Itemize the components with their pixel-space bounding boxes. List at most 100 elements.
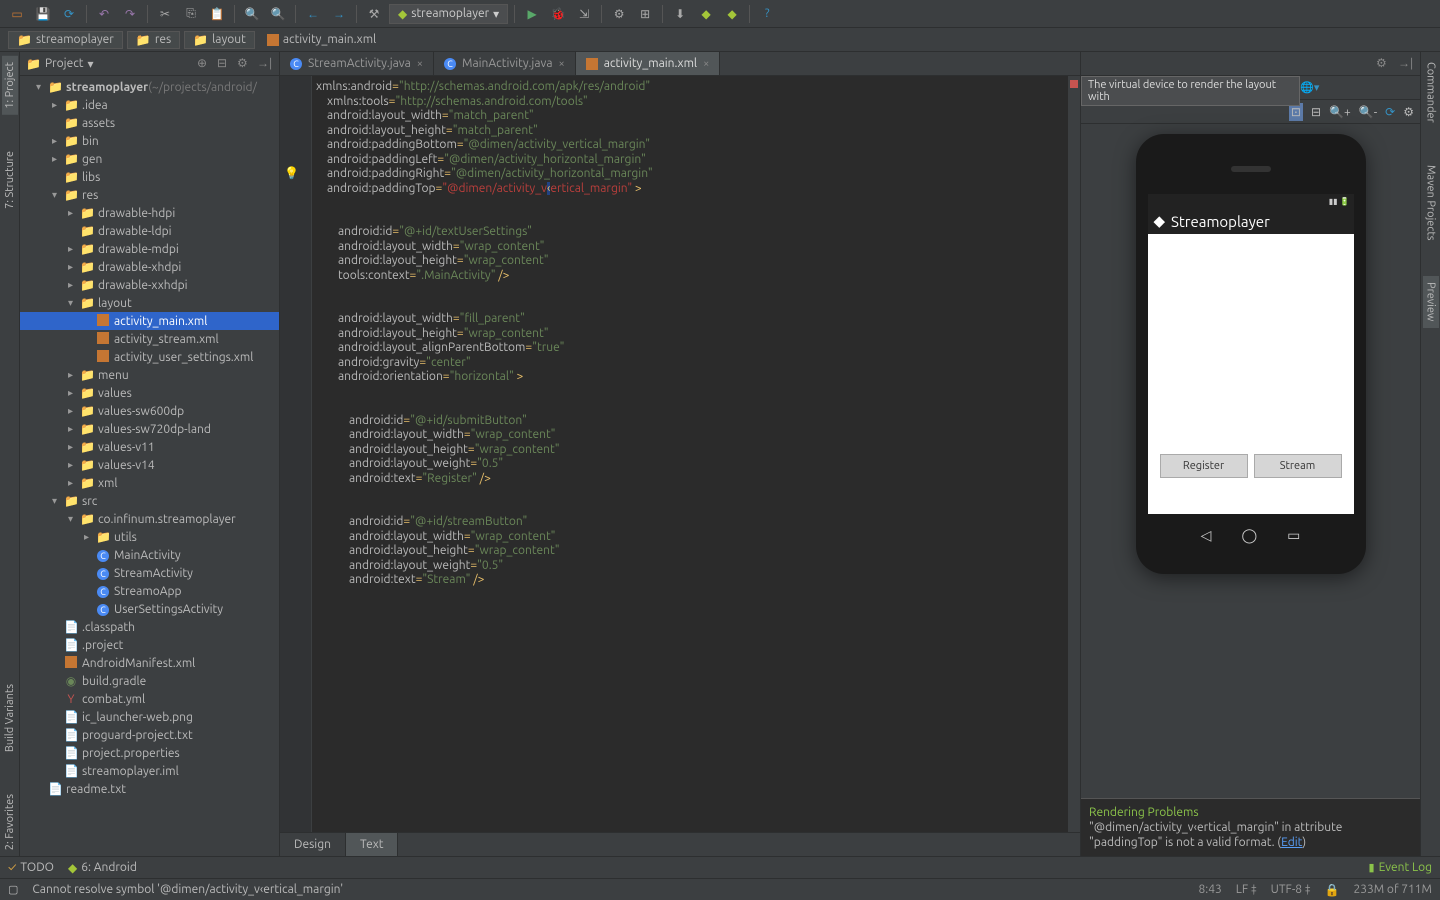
locale-icon[interactable]: 🌐▾ [1300,81,1319,94]
tree-row[interactable]: 📄project.properties [20,744,279,762]
tree-row[interactable]: Ycombat.yml [20,690,279,708]
debug-icon[interactable]: 🐞 [547,3,569,25]
gear-icon[interactable]: ⚙ [237,56,253,72]
undo-icon[interactable]: ↶ [93,3,115,25]
run-icon[interactable]: ▶ [521,3,543,25]
code-content[interactable]: xmlns:android="http://schemas.android.co… [316,80,1066,631]
zoom-actual-icon[interactable]: ⊟ [1311,105,1321,119]
scroll-to-icon[interactable]: ⊕ [197,56,213,72]
close-icon[interactable]: × [703,58,709,70]
tree-row[interactable]: ▸📁values-v11 [20,438,279,456]
chevron-down-icon[interactable]: ▾ [88,57,94,71]
tree-row[interactable]: ▸📁gen [20,150,279,168]
tree-row[interactable]: ▸📁menu [20,366,279,384]
tree-row[interactable]: ▾📁src [20,492,279,510]
build-variants-tab[interactable]: Build Variants [2,678,18,758]
collapse-icon[interactable]: ⊟ [217,56,233,72]
code-editor[interactable]: 💡 xmlns:android="http://schemas.android.… [280,76,1080,832]
tree-row[interactable]: 📁assets [20,114,279,132]
close-icon[interactable]: × [417,58,423,70]
tree-row[interactable]: 📁drawable-ldpi [20,222,279,240]
tree-row[interactable]: activity_stream.xml [20,330,279,348]
tree-row[interactable]: ▸📁values-sw600dp [20,402,279,420]
crumb-project[interactable]: 📁streamoplayer [8,31,123,49]
tree-row[interactable]: 📁libs [20,168,279,186]
paste-icon[interactable]: 📋 [206,3,228,25]
tree-row[interactable]: AndroidManifest.xml [20,654,279,672]
redo-icon[interactable]: ↷ [119,3,141,25]
tree-row[interactable]: ▸📁xml [20,474,279,492]
tree-row[interactable]: ▾📁layout [20,294,279,312]
memory-indicator[interactable]: 233M of 711M [1353,883,1432,896]
editor-tab[interactable]: activity_main.xml× [576,52,721,75]
tree-row[interactable]: ▸📁drawable-hdpi [20,204,279,222]
edit-link[interactable]: Edit [1281,836,1302,849]
tool-windows-icon[interactable]: ▢ [8,883,18,896]
project-tree[interactable]: ▾📁streamoplayer (~/projects/android/▸📁.i… [20,76,279,856]
tree-row[interactable]: ▸📁bin [20,132,279,150]
tree-row[interactable]: activity_user_settings.xml [20,348,279,366]
refresh-icon[interactable]: ⟳ [1385,105,1395,119]
hide-icon[interactable]: →| [257,56,273,72]
text-tab[interactable]: Text [346,833,399,856]
tree-row[interactable]: ▸📁drawable-mdpi [20,240,279,258]
project-tool-tab[interactable]: 1: Project [2,56,18,115]
commander-tab[interactable]: Commander [1423,56,1439,129]
error-marker[interactable] [1070,80,1078,88]
tree-row[interactable]: ▾📁streamoplayer (~/projects/android/ [20,78,279,96]
todo-tab[interactable]: ✓TODO [8,861,54,874]
tree-row[interactable]: 📄.classpath [20,618,279,636]
android-tab[interactable]: ◆6: Android [68,861,137,875]
forward-icon[interactable]: → [328,3,350,25]
tree-row[interactable]: CStreamActivity [20,564,279,582]
favorites-tab[interactable]: 2: Favorites [2,788,18,856]
zoom-in-icon[interactable]: 🔍+ [1329,105,1351,119]
tree-row[interactable]: CUserSettingsActivity [20,600,279,618]
back-icon[interactable]: ← [302,3,324,25]
editor-tab[interactable]: CMainActivity.java× [434,52,576,75]
tree-row[interactable]: ▸📁values-v14 [20,456,279,474]
cut-icon[interactable]: ✂ [154,3,176,25]
preview-tab[interactable]: Preview [1423,276,1439,327]
file-encoding[interactable]: UTF-8 ‡ [1271,883,1311,896]
find-icon[interactable]: 🔍 [241,3,263,25]
build-icon[interactable]: ⚒ [363,3,385,25]
monitor-icon[interactable]: ◆ [721,3,743,25]
tree-row[interactable]: 📄ic_launcher-web.png [20,708,279,726]
zoom-out-icon[interactable]: 🔍- [1359,105,1377,119]
sync-icon[interactable]: ⟳ [58,3,80,25]
attach-icon[interactable]: ⇲ [573,3,595,25]
structure-tool-tab[interactable]: 7: Structure [2,145,18,215]
tree-row[interactable]: ▸📁drawable-xhdpi [20,258,279,276]
crumb-res[interactable]: 📁res [127,31,180,49]
tree-row[interactable]: activity_main.xml [20,312,279,330]
avd-icon[interactable]: ◆ [695,3,717,25]
project-struct-icon[interactable]: ⊞ [634,3,656,25]
replace-icon[interactable]: 🔍 [267,3,289,25]
intention-bulb-icon[interactable]: 💡 [284,166,299,180]
tree-row[interactable]: CMainActivity [20,546,279,564]
crumb-layout[interactable]: 📁layout [184,31,255,49]
tree-row[interactable]: ▸📁.idea [20,96,279,114]
run-config-combo[interactable]: ◆ streamoplayer ▾ [389,4,508,24]
line-separator[interactable]: LF ‡ [1236,883,1257,896]
copy-icon[interactable]: ⎘ [180,3,202,25]
sdk-icon[interactable]: ⬇ [669,3,691,25]
hide-icon[interactable]: →| [1398,56,1414,72]
tree-row[interactable]: 📄.project [20,636,279,654]
tree-row[interactable]: ◉build.gradle [20,672,279,690]
tree-row[interactable]: 📄streamoplayer.iml [20,762,279,780]
close-icon[interactable]: × [558,58,564,70]
editor-scrollbar[interactable] [1068,76,1080,832]
crumb-file[interactable]: activity_main.xml [259,32,384,47]
open-icon[interactable]: ▭ [6,3,28,25]
help-icon[interactable]: ? [756,3,778,25]
editor-tab[interactable]: CStreamActivity.java× [280,52,434,75]
tree-row[interactable]: ▸📁utils [20,528,279,546]
tree-row[interactable]: CStreamoApp [20,582,279,600]
tree-row[interactable]: 📄readme.txt [20,780,279,798]
tree-row[interactable]: ▾📁res [20,186,279,204]
maven-tab[interactable]: Maven Projects [1423,159,1439,247]
lock-icon[interactable]: 🔒 [1324,883,1339,897]
event-log-tab[interactable]: ▮ Event Log [1369,861,1432,874]
